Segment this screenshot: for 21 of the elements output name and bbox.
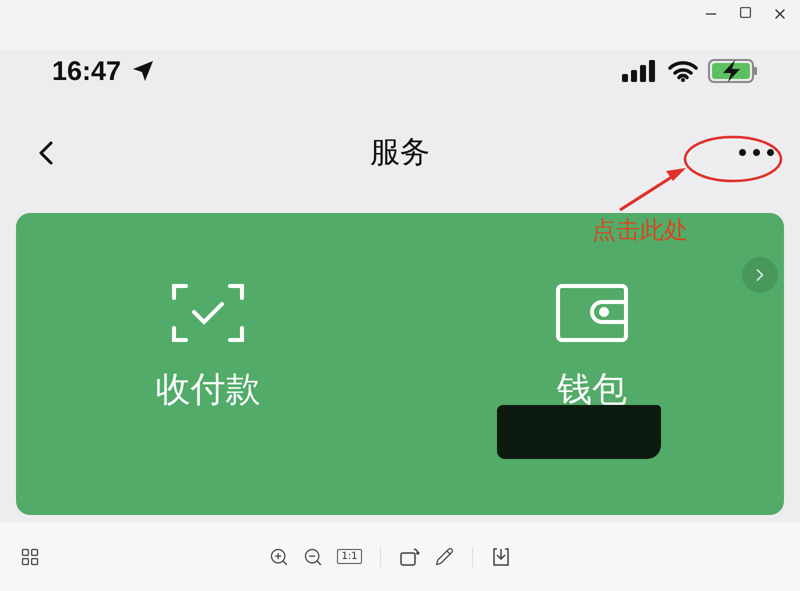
wallet-button[interactable]: 钱包: [400, 283, 784, 414]
rotate-button[interactable]: [398, 546, 421, 566]
action-label: 钱包: [557, 369, 627, 412]
signal-icon: [622, 60, 658, 82]
save-button[interactable]: [490, 546, 511, 566]
grid-icon[interactable]: [20, 546, 40, 566]
edit-button[interactable]: [434, 547, 454, 566]
location-arrow-icon: [131, 59, 156, 83]
actual-size-button[interactable]: 1:1: [337, 549, 362, 564]
battery-charging-icon: [708, 59, 758, 83]
status-time: 16:47: [52, 56, 122, 86]
wifi-icon: [668, 60, 698, 82]
maximize-icon[interactable]: [739, 6, 752, 19]
page-title: 服务: [370, 134, 430, 172]
zoom-in-button[interactable]: [269, 546, 290, 566]
zoom-out-button[interactable]: [303, 546, 324, 566]
scan-check-icon: [172, 284, 244, 342]
action-label: 收付款: [156, 369, 260, 412]
payment-button[interactable]: 收付款: [16, 283, 400, 414]
annotation-text: 点击此处: [592, 215, 688, 246]
wallet-icon: [556, 284, 628, 342]
